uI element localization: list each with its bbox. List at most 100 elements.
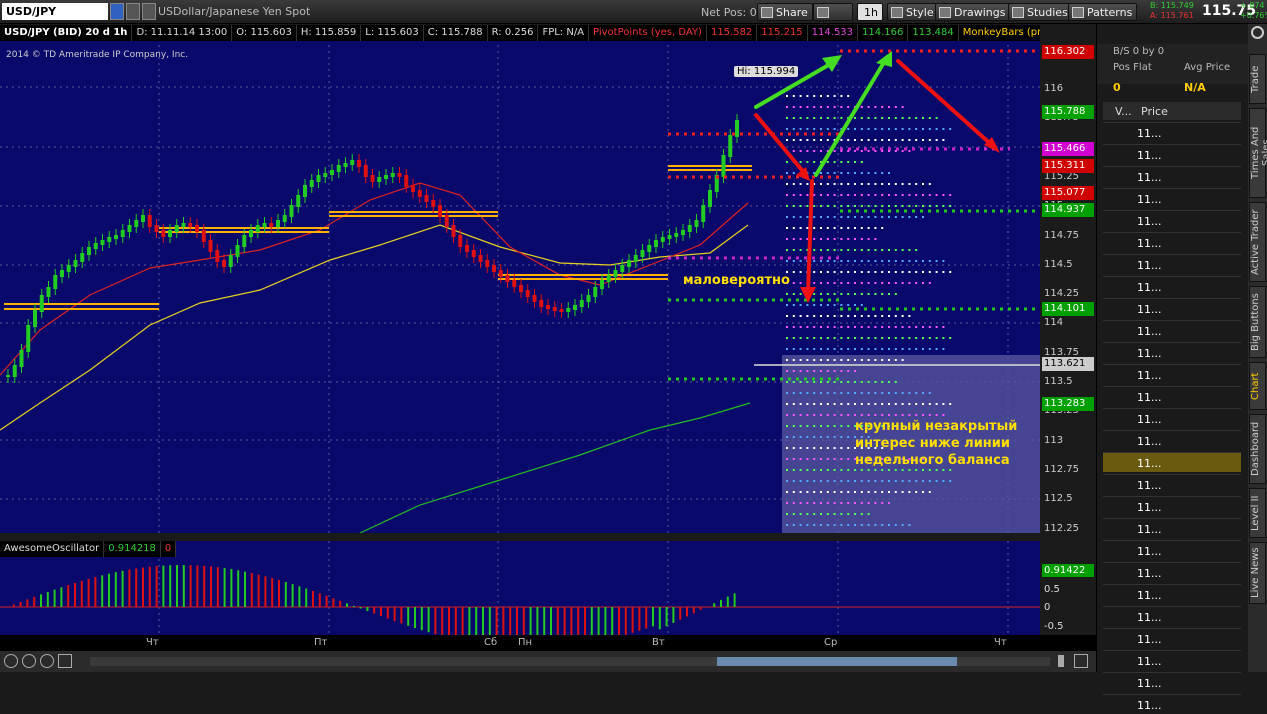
profile-dot xyxy=(854,238,856,240)
symbol-input[interactable]: USD/JPY xyxy=(2,3,108,20)
profile-dot xyxy=(936,271,938,273)
tab-times-and-sales[interactable]: Times And Sales xyxy=(1249,108,1266,198)
pan-icon[interactable] xyxy=(58,654,72,668)
share-button[interactable]: Share xyxy=(757,3,813,21)
ladder-row[interactable]: 11... xyxy=(1103,584,1241,604)
tools-button[interactable] xyxy=(813,3,853,21)
ladder-row[interactable]: 11... xyxy=(1103,452,1241,472)
profile-dot xyxy=(827,403,829,405)
ladder-row[interactable]: 11... xyxy=(1103,342,1241,362)
profile-dot xyxy=(895,337,897,339)
ladder-row[interactable]: 11... xyxy=(1103,672,1241,692)
profile-dot xyxy=(820,139,822,141)
ladder-row[interactable]: 11... xyxy=(1103,628,1241,648)
ao-bar xyxy=(496,607,498,635)
tab-live-news[interactable]: Live News xyxy=(1249,542,1266,604)
timeframe-button[interactable]: 1h xyxy=(857,3,883,21)
profile-dot xyxy=(806,513,808,515)
gear-icon[interactable] xyxy=(1251,26,1264,39)
profile-dot xyxy=(929,326,931,328)
ladder-row[interactable]: 11... xyxy=(1103,276,1241,296)
studies-button[interactable]: Studies xyxy=(1008,3,1073,21)
symbol-dropdown-icon[interactable] xyxy=(110,3,124,20)
profile-dot xyxy=(902,491,904,493)
ladder-row[interactable]: 11... xyxy=(1103,408,1241,428)
profile-dot xyxy=(942,128,944,130)
ladder-row[interactable]: 11... xyxy=(1103,606,1241,626)
ladder-row[interactable]: 11... xyxy=(1103,540,1241,560)
ladder-row[interactable]: 11... xyxy=(1103,144,1241,164)
profile-dot xyxy=(902,194,904,196)
ladder-row[interactable]: 11... xyxy=(1103,122,1241,142)
ladder-row[interactable]: 11... xyxy=(1103,254,1241,274)
hash-icon[interactable] xyxy=(142,3,156,20)
profile-dot xyxy=(847,139,849,141)
link-icon[interactable] xyxy=(126,3,140,20)
profile-dot xyxy=(922,271,924,273)
ladder-row[interactable]: 11... xyxy=(1103,188,1241,208)
drawings-button[interactable]: Drawings xyxy=(935,3,1010,21)
zoom-icon[interactable] xyxy=(40,654,54,668)
ao-bar xyxy=(400,607,402,623)
ao-bar xyxy=(26,599,28,607)
ladder-row[interactable]: 11... xyxy=(1103,694,1241,714)
tab-dashboard[interactable]: Dashboard xyxy=(1249,414,1266,484)
ladder-row[interactable]: 11... xyxy=(1103,320,1241,340)
profile-dot xyxy=(786,216,788,218)
ladder-row[interactable]: 11... xyxy=(1103,364,1241,384)
patterns-button[interactable]: Patterns xyxy=(1068,3,1137,21)
ladder-row[interactable]: 11... xyxy=(1103,166,1241,186)
ladder-row[interactable]: 11... xyxy=(1103,518,1241,538)
ladder-row[interactable]: 11... xyxy=(1103,430,1241,450)
time-scrollbar[interactable] xyxy=(90,657,1050,666)
style-button[interactable]: Style xyxy=(887,3,939,21)
tab-big-buttons[interactable]: Big Buttons xyxy=(1249,286,1266,358)
ladder-row[interactable]: 11... xyxy=(1103,232,1241,252)
profile-dot xyxy=(847,150,849,152)
profile-dot xyxy=(874,238,876,240)
profile-dot xyxy=(847,271,849,273)
ladder-row[interactable]: 11... xyxy=(1103,562,1241,582)
profile-dot xyxy=(942,414,944,416)
profile-dot xyxy=(868,392,870,394)
ao-bar xyxy=(598,607,600,635)
profile-dot xyxy=(881,139,883,141)
profile-dot xyxy=(895,128,897,130)
tab-active-trader[interactable]: Active Trader xyxy=(1249,202,1266,282)
zoom-out-icon[interactable] xyxy=(4,654,18,668)
profile-dot xyxy=(820,326,822,328)
ladder-row[interactable]: 11... xyxy=(1103,210,1241,230)
profile-dot xyxy=(868,172,870,174)
ladder-price: 11... xyxy=(1137,523,1162,536)
studies-icon xyxy=(1012,7,1024,18)
profile-dot xyxy=(881,337,883,339)
ladder-row[interactable]: 11... xyxy=(1103,496,1241,516)
ao-bar xyxy=(720,600,722,607)
profile-dot xyxy=(915,139,917,141)
settings-icon[interactable] xyxy=(1074,654,1088,668)
profile-dot xyxy=(820,271,822,273)
profile-dot xyxy=(936,326,938,328)
profile-dot xyxy=(874,106,876,108)
ladder-row[interactable]: 11... xyxy=(1103,650,1241,670)
profile-dot xyxy=(861,161,863,163)
scroll-end-icon[interactable] xyxy=(1058,655,1068,667)
profile-dot xyxy=(793,425,795,427)
profile-dot xyxy=(915,260,917,262)
price-chart[interactable]: 2014 © TD Ameritrade IP Company, Inc. Hi… xyxy=(0,25,1040,533)
profile-dot xyxy=(915,491,917,493)
profile-dot xyxy=(820,249,822,251)
ladder-row[interactable]: 11... xyxy=(1103,298,1241,318)
tab-level-ii[interactable]: Level II xyxy=(1249,488,1266,538)
profile-dot xyxy=(847,205,849,207)
profile-dot xyxy=(786,524,788,526)
profile-dot xyxy=(922,403,924,405)
tab-chart[interactable]: Chart xyxy=(1249,362,1266,410)
profile-dot xyxy=(881,117,883,119)
ladder-row[interactable]: 11... xyxy=(1103,474,1241,494)
ladder-row[interactable]: 11... xyxy=(1103,386,1241,406)
tab-trade[interactable]: Trade xyxy=(1249,54,1266,104)
profile-dot xyxy=(895,326,897,328)
profile-dot xyxy=(881,293,883,295)
zoom-in-icon[interactable] xyxy=(22,654,36,668)
